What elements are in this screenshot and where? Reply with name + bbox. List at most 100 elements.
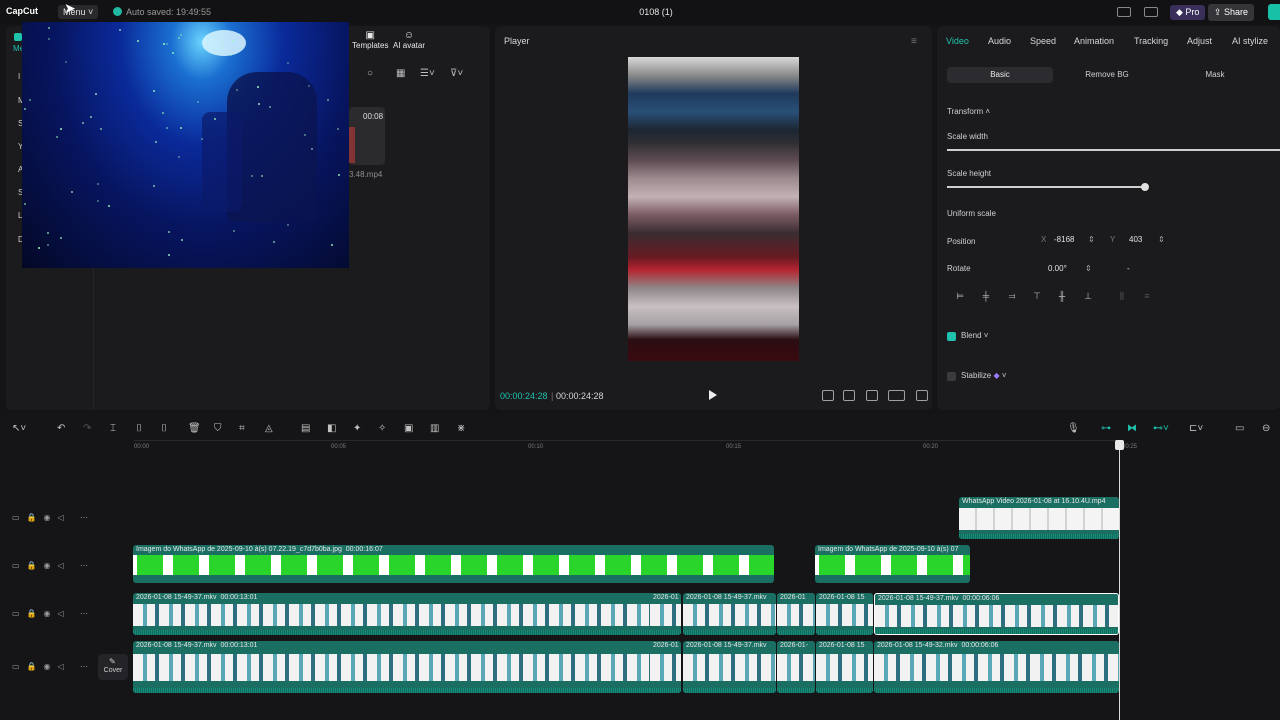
freeze-icon[interactable]: ▤ [301, 423, 310, 434]
auto-snap-icon[interactable]: ⧓ [1127, 423, 1137, 434]
playhead[interactable] [1119, 440, 1120, 720]
track-controls[interactable]: ▭🔒◉◁ ⋯ [12, 561, 95, 570]
track-controls[interactable]: ▭🔒◉◁ ⋯ [12, 513, 95, 522]
timeline-clip[interactable]: 2026-01 [650, 593, 681, 635]
delete-right-icon[interactable]: ⌷ [161, 423, 167, 434]
filter-icon[interactable]: ⊽˅ [450, 68, 463, 79]
timeline-clip[interactable]: 2026-01- [777, 641, 815, 693]
timeline-clip[interactable]: 2026-01-08 15-49-37.mkv [683, 641, 776, 693]
align-center-h-icon[interactable]: ╪ [979, 291, 993, 303]
position-y-input[interactable]: 403 [1129, 235, 1142, 248]
timeline-clip[interactable]: 2026-01-08 15-49-37.mkv 00:00:13:01 [133, 593, 681, 635]
aspect-ratio-icon[interactable] [888, 390, 905, 401]
undo-icon[interactable]: ↶ [57, 423, 65, 434]
subtab-remove-bg[interactable]: Remove BG [1060, 67, 1154, 83]
rotate-input[interactable]: 0.00° [1048, 264, 1067, 277]
linkage-icon[interactable]: ⊷˅ [1153, 423, 1169, 434]
scale-width-slider[interactable] [947, 149, 1280, 151]
side-tab-1[interactable]: I [18, 72, 20, 81]
speed-ramp-icon[interactable]: ⋇ [457, 423, 465, 434]
tab-ai-stylize[interactable]: AI stylize [1232, 36, 1268, 46]
project-title[interactable]: 0108 (1) [600, 7, 712, 17]
tab-animation[interactable]: Animation [1074, 36, 1114, 46]
mask-tool-icon[interactable]: ◬ [265, 423, 273, 434]
tab-speed[interactable]: Speed [1030, 36, 1056, 46]
stabilize-header[interactable]: Stabilize ◆ ˅ [961, 371, 1007, 380]
align-top-icon[interactable]: ⊤ [1030, 291, 1044, 303]
redo-icon[interactable]: ↷ [83, 423, 91, 434]
ai-effect-icon[interactable]: ✦ [353, 423, 361, 434]
tab-video[interactable]: Video [946, 36, 969, 46]
grid-view-icon[interactable]: ▦ [396, 68, 405, 79]
refresh-icon[interactable]: ○ [367, 68, 373, 79]
templates-tab[interactable]: ▣ Templates [352, 30, 388, 50]
transform-header[interactable]: Transform ˄ [947, 107, 990, 116]
distribute-h-icon[interactable]: ⫼ [1115, 291, 1129, 303]
caption-icon[interactable]: ▭ [1235, 423, 1244, 434]
zoom-fit-icon[interactable] [866, 390, 878, 401]
preview-axis-icon[interactable]: ⊏˅ [1189, 423, 1203, 434]
subtab-mask[interactable]: Mask [1170, 67, 1260, 83]
align-left-icon[interactable]: ⊨ [953, 291, 967, 303]
align-right-icon[interactable]: ⫤ [1005, 291, 1019, 303]
timeline-clip[interactable]: Imagem do WhatsApp de 2025-09-10 à(s) 07… [133, 545, 774, 583]
shortcuts-icon[interactable] [1144, 7, 1158, 17]
play-icon[interactable] [709, 390, 717, 400]
timeline-clip[interactable]: 2026-01-08 15-49-32.mkv 00:00:06:06 [874, 641, 1119, 693]
sort-icon[interactable]: ☰˅ [420, 68, 435, 79]
select-tool-icon[interactable]: ↖˅ [12, 423, 26, 434]
full-quality-icon[interactable] [843, 390, 855, 401]
magic-icon[interactable]: ✧ [378, 423, 386, 434]
mirror-icon[interactable]: ◧ [327, 423, 336, 434]
marker-icon[interactable]: ⛉ [214, 423, 222, 434]
blend-header[interactable]: Blend ˅ [961, 331, 988, 340]
subtab-basic[interactable]: Basic [947, 67, 1053, 83]
layout-icon[interactable] [1117, 7, 1131, 17]
scale-height-knob[interactable] [1141, 183, 1149, 191]
timeline-clip[interactable]: 2026-01-08 15-49-37.mkv 00:00:13:01 [133, 641, 681, 693]
ai-avatar-tab[interactable]: ☺ AI avatar [393, 30, 425, 50]
timeline-clip-selected[interactable]: 2026-01-08 15-49-37.mkv 00:00:06:06 [874, 593, 1119, 635]
delete-icon[interactable]: 🗑 [188, 423, 201, 434]
timeline-clip[interactable]: 2026-01-08 15 [816, 641, 873, 693]
split-icon[interactable]: ⌶ [110, 423, 116, 434]
timeline-ruler[interactable] [134, 440, 1120, 441]
tab-adjust[interactable]: Adjust [1187, 36, 1212, 46]
player-video-frame[interactable] [628, 57, 799, 361]
align-bottom-icon[interactable]: ⊥ [1081, 291, 1095, 303]
fullscreen-icon[interactable] [916, 390, 928, 401]
timeline-clip[interactable]: WhatsApp Video 2026-01-08 at 16.10.4U.mp… [959, 497, 1119, 539]
position-x-stepper[interactable]: ⇕ [1088, 235, 1095, 248]
position-y-stepper[interactable]: ⇕ [1158, 235, 1165, 248]
track-controls[interactable]: ▭🔒◉◁ ⋯ [12, 662, 95, 671]
export-button[interactable] [1268, 4, 1280, 20]
position-x-input[interactable]: -8168 [1054, 235, 1074, 248]
delete-left-icon[interactable]: ⌷ [136, 423, 142, 434]
tab-audio[interactable]: Audio [988, 36, 1011, 46]
scale-height-slider[interactable] [947, 186, 1145, 188]
crop-icon[interactable]: ⌗ [239, 423, 245, 434]
export-frame-icon[interactable]: ▥ [430, 423, 439, 434]
align-center-v-icon[interactable]: ╫ [1055, 291, 1069, 303]
media-tab-icon[interactable] [14, 33, 22, 41]
track-controls[interactable]: ▭🔒◉◁ ⋯ [12, 609, 95, 618]
player-menu-icon[interactable]: ≡ [911, 36, 917, 47]
timeline-clip[interactable]: 2026-01-08 15 [816, 593, 873, 635]
ratio-icon[interactable] [822, 390, 834, 401]
share-button[interactable]: ⇪ Share [1208, 4, 1255, 21]
hd-icon[interactable]: ▣ [404, 423, 413, 434]
stabilize-checkbox[interactable] [947, 372, 956, 381]
microphone-icon[interactable]: 🎙 [1067, 423, 1080, 434]
main-track-magnet-icon[interactable]: ⊶ [1101, 423, 1111, 434]
playhead-handle[interactable] [1115, 440, 1124, 450]
tab-tracking[interactable]: Tracking [1134, 36, 1168, 46]
timeline-clip[interactable]: Imagem do WhatsApp de 2025-09-10 à(s) 07 [815, 545, 970, 583]
pro-button[interactable]: ◆ Pro [1170, 5, 1206, 20]
rotate-flip-button[interactable]: - [1127, 264, 1130, 277]
blend-checkbox[interactable] [947, 332, 956, 341]
timeline-clip[interactable]: 2026-01 [650, 641, 681, 693]
distribute-v-icon[interactable]: ≡ [1140, 291, 1154, 303]
timeline-clip[interactable]: 2026-01 [777, 593, 815, 635]
rotate-stepper[interactable]: ⇕ [1085, 264, 1092, 277]
timeline-clip[interactable]: 2026-01-08 15-49-37.mkv [683, 593, 776, 635]
